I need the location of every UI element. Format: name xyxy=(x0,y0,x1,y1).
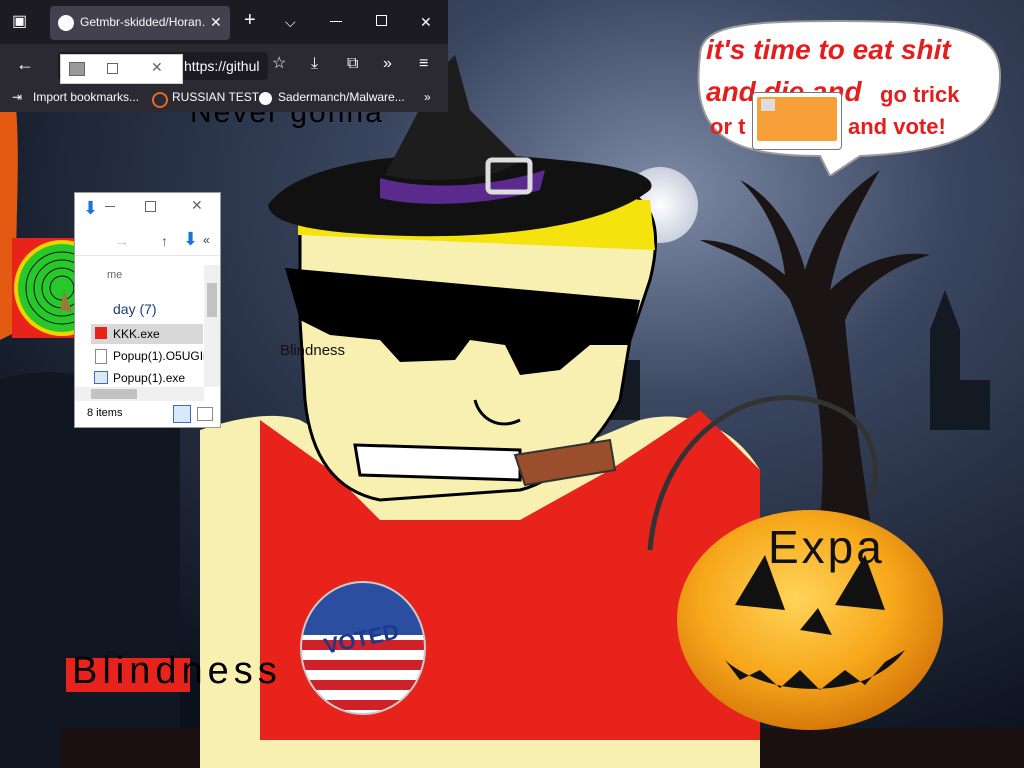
bubble-line-3b: and vote! xyxy=(848,114,946,139)
bookmark-import[interactable]: Import bookmarks... xyxy=(33,90,139,104)
file-explorer-window: ⬇ ✕ → ↑ ⬇ « me day (7) KKK.exe Popup(1).… xyxy=(74,192,221,428)
vertical-scroll-thumb[interactable] xyxy=(207,283,217,317)
github-icon xyxy=(58,15,74,31)
horizontal-scroll-thumb[interactable] xyxy=(91,389,137,399)
bookmarks-overflow-icon[interactable]: » xyxy=(424,90,431,104)
chevron-down-icon[interactable]: ⌵ xyxy=(285,14,296,30)
maximize-icon[interactable] xyxy=(145,201,156,212)
browser-tabbar: ▣ Getmbr-skidded/Horan… ✕ + ⌵ ✕ xyxy=(0,0,448,44)
bookmarks-bar: ⇥ Import bookmarks... RUSSIAN TEST Sader… xyxy=(0,84,448,112)
app-window-icon xyxy=(94,371,108,384)
tab-title: Getmbr-skidded/Horan… xyxy=(80,15,205,29)
minimize-icon[interactable] xyxy=(105,206,115,207)
url-text: https://githul xyxy=(184,58,260,74)
bubble-line-3a: or t xyxy=(710,114,746,139)
mini-window-thumbnail[interactable] xyxy=(752,92,842,150)
close-icon[interactable]: ✕ xyxy=(191,197,203,214)
status-item-count: 8 items xyxy=(87,407,123,419)
horizontal-scrollbar[interactable] xyxy=(75,387,204,401)
close-icon[interactable]: ✕ xyxy=(151,59,163,76)
vertical-scrollbar[interactable] xyxy=(204,265,220,387)
bookmark-malware[interactable]: Sadermanch/Malware... xyxy=(278,90,405,104)
desktop-screen: VOTED it's time to eat shit and die and … xyxy=(0,0,1024,768)
exe-file-icon xyxy=(95,327,107,339)
bubble-line-1: it's time to eat shit xyxy=(706,34,951,65)
tab-list-icon[interactable]: ▣ xyxy=(12,14,27,30)
explorer-titlebar: ⬇ ✕ xyxy=(75,193,220,223)
extensions-icon[interactable]: ⧉ xyxy=(347,56,358,72)
app-icon xyxy=(761,99,775,111)
file-icon xyxy=(95,349,107,364)
nav-home-label[interactable]: me xyxy=(107,269,122,281)
blindness-bottom-text: Blindness xyxy=(72,650,282,692)
back-arrow-icon[interactable]: ← xyxy=(16,55,34,73)
window-thumbnail-icon xyxy=(69,62,85,76)
import-bookmarks-icon: ⇥ xyxy=(12,90,23,104)
bookmark-favicon-1 xyxy=(152,92,168,108)
blindness-middle-text: Blindness xyxy=(280,342,346,359)
voted-badge: VOTED xyxy=(300,581,426,715)
downloads-folder-icon: ⬇ xyxy=(183,229,199,249)
forward-icon[interactable]: → xyxy=(115,233,129,249)
explorer-nav: → ↑ ⬇ « xyxy=(75,229,220,255)
bubble-line-2-tail: go trick xyxy=(880,82,960,107)
speech-bubble: it's time to eat shit and die and go tri… xyxy=(680,16,1010,176)
file-row-1[interactable]: KKK.exe xyxy=(113,327,160,341)
up-arrow-icon[interactable]: ↑ xyxy=(161,233,168,249)
large-icons-view-icon[interactable] xyxy=(197,407,213,421)
overflow-chevrons-icon[interactable]: » xyxy=(383,56,392,72)
star-bookmark-icon[interactable]: ☆ xyxy=(272,56,286,72)
new-tab-icon[interactable]: + xyxy=(244,10,256,30)
close-icon[interactable]: ✕ xyxy=(420,14,432,30)
file-row-2[interactable]: Popup(1).O5UGIr xyxy=(113,349,207,363)
bookmark-favicon-2 xyxy=(259,92,272,105)
floating-mini-window: ✕ xyxy=(60,54,183,84)
maximize-icon[interactable] xyxy=(107,63,118,74)
tab-close-icon[interactable]: ✕ xyxy=(210,14,222,31)
expand-text: Expa xyxy=(768,521,885,573)
bookmark-russian-test[interactable]: RUSSIAN TEST xyxy=(172,90,259,104)
browser-tab-active[interactable]: Getmbr-skidded/Horan… ✕ xyxy=(50,6,230,40)
details-view-icon[interactable] xyxy=(173,405,191,423)
hamburger-menu-icon[interactable]: ≡ xyxy=(419,56,428,72)
restore-icon[interactable] xyxy=(376,15,387,26)
minimize-icon[interactable] xyxy=(330,21,342,22)
download-arrow-icon: ⬇ xyxy=(83,198,99,218)
file-row-3[interactable]: Popup(1).exe xyxy=(113,371,185,385)
breadcrumb-overflow-icon[interactable]: « xyxy=(203,233,210,247)
download-icon[interactable]: ⤓ xyxy=(311,56,318,72)
group-header-today[interactable]: day (7) xyxy=(113,301,157,317)
